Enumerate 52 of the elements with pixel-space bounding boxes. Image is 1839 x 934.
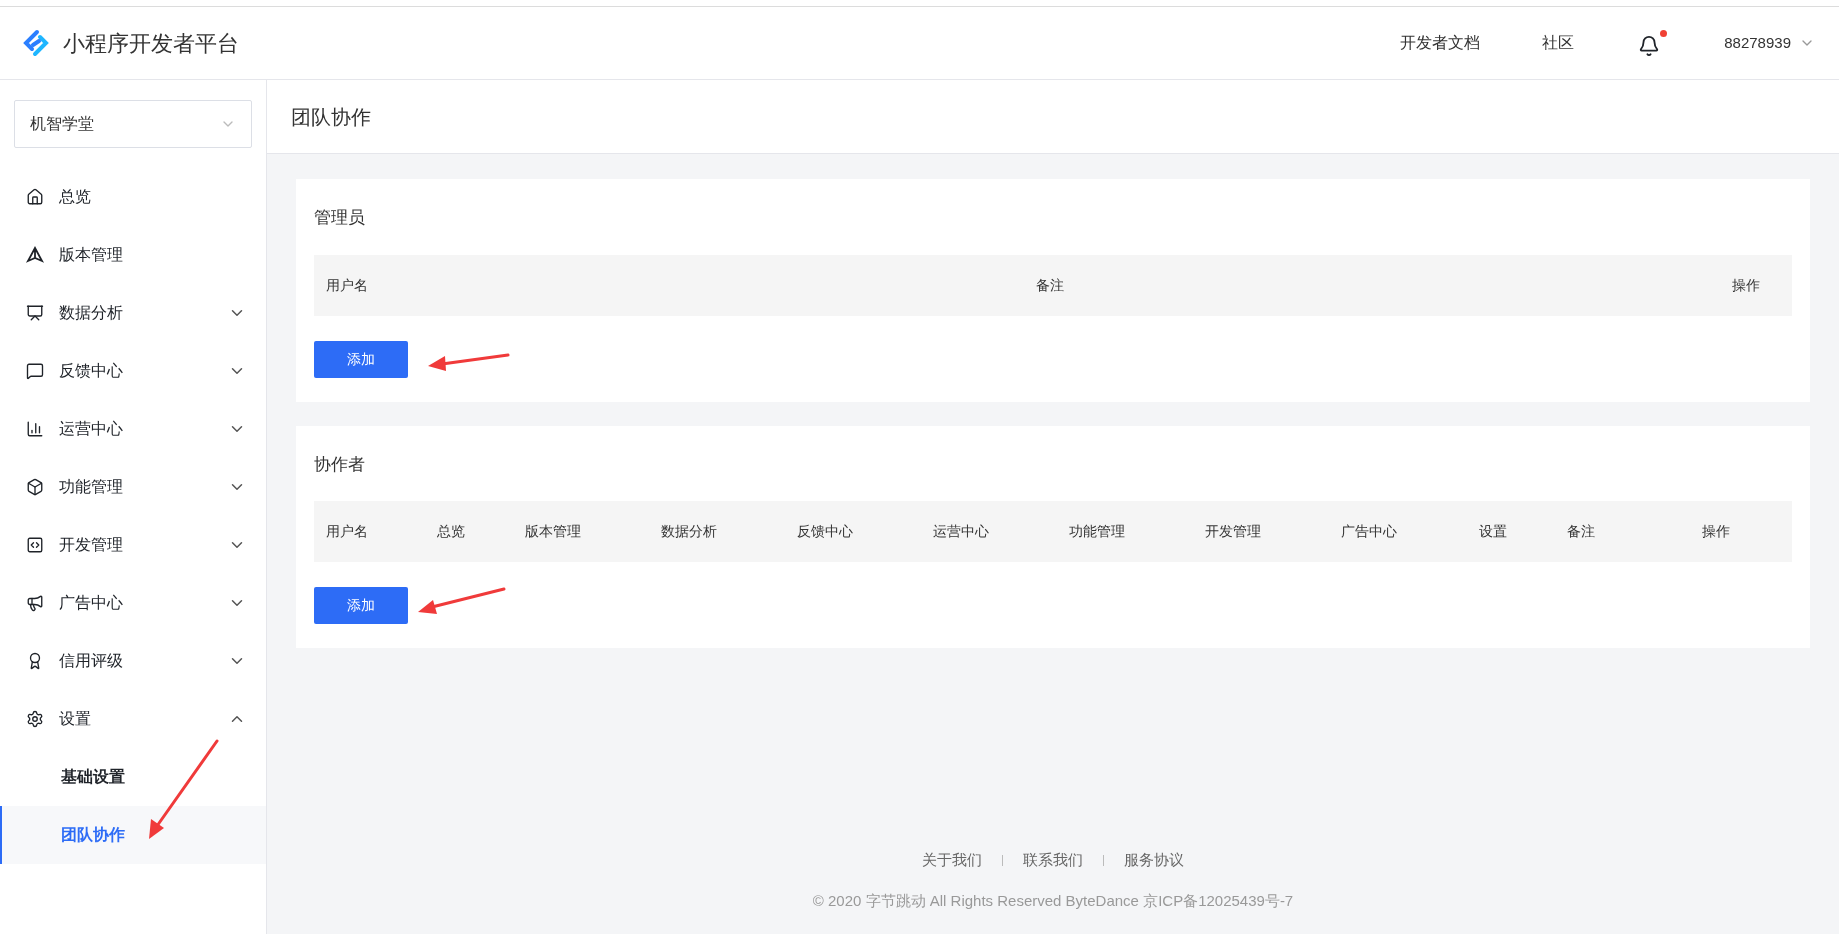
column-header: 数据分析 xyxy=(661,522,718,541)
page-title: 团队协作 xyxy=(291,104,371,130)
column-header: 广告中心 xyxy=(1341,522,1398,541)
column-header: 反馈中心 xyxy=(797,522,854,541)
nav-item[interactable]: 功能管理 xyxy=(0,458,266,516)
nav-item[interactable]: 版本管理 xyxy=(0,226,266,284)
bar-chart-icon xyxy=(26,420,44,438)
section-title: 管理员 xyxy=(314,207,366,229)
message-icon xyxy=(26,362,44,380)
column-header: 设置 xyxy=(1479,522,1508,541)
column-header: 操作 xyxy=(1732,275,1760,295)
section-title: 协作者 xyxy=(314,453,366,476)
megaphone-icon xyxy=(26,594,44,612)
column-header: 总览 xyxy=(437,522,466,541)
column-header: 备注 xyxy=(1036,275,1064,295)
cube-icon xyxy=(26,478,44,496)
platform-title: 小程序开发者平台 xyxy=(63,29,239,58)
nav-subitem[interactable]: 基础设置 xyxy=(0,748,266,806)
column-header: 备注 xyxy=(1567,522,1596,541)
settings-icon xyxy=(26,710,44,728)
nav-item[interactable]: 总览 xyxy=(0,168,266,226)
bell-icon xyxy=(1638,35,1661,57)
column-header: 版本管理 xyxy=(525,522,582,541)
add-button[interactable]: 添加 xyxy=(314,340,408,378)
account-menu[interactable]: 88278939 xyxy=(1724,31,1815,55)
app-select[interactable]: 机智学堂 xyxy=(14,100,252,148)
column-header: 运营中心 xyxy=(933,522,990,541)
add-button[interactable]: 添加 xyxy=(314,587,408,624)
nav-item[interactable]: 运营中心 xyxy=(0,400,266,458)
nav-item[interactable]: 反馈中心 xyxy=(0,342,266,400)
nav-item[interactable]: 信用评级 xyxy=(0,632,266,690)
code-icon xyxy=(26,536,44,554)
column-header: 开发管理 xyxy=(1205,522,1262,541)
footer-link[interactable]: 关于我们 xyxy=(922,849,982,872)
column-header: 操作 xyxy=(1702,522,1730,541)
nav-item[interactable]: 设置 xyxy=(0,690,266,748)
monitor-chart-icon xyxy=(26,304,44,322)
triangle-icon xyxy=(26,246,44,264)
header-link[interactable]: 社区 xyxy=(1542,31,1575,55)
nav-item[interactable]: 数据分析 xyxy=(0,284,266,342)
column-header: 功能管理 xyxy=(1069,522,1126,541)
logo-icon xyxy=(21,28,51,58)
nav-item[interactable]: 广告中心 xyxy=(0,574,266,632)
column-header: 用户名 xyxy=(326,522,369,541)
home-icon xyxy=(26,188,44,206)
nav-subitem[interactable]: 团队协作 xyxy=(0,806,266,864)
nav-item[interactable]: 开发管理 xyxy=(0,516,266,574)
footer-link[interactable]: 服务协议 xyxy=(1124,849,1184,872)
header-link[interactable]: 开发者文档 xyxy=(1400,31,1481,55)
footer-link[interactable]: 联系我们 xyxy=(1023,849,1083,872)
column-header: 用户名 xyxy=(326,275,368,295)
copyright-text: © 2020 字节跳动 All Rights Reserved ByteDance 京ICP备12025439号-7 xyxy=(812,890,1294,911)
